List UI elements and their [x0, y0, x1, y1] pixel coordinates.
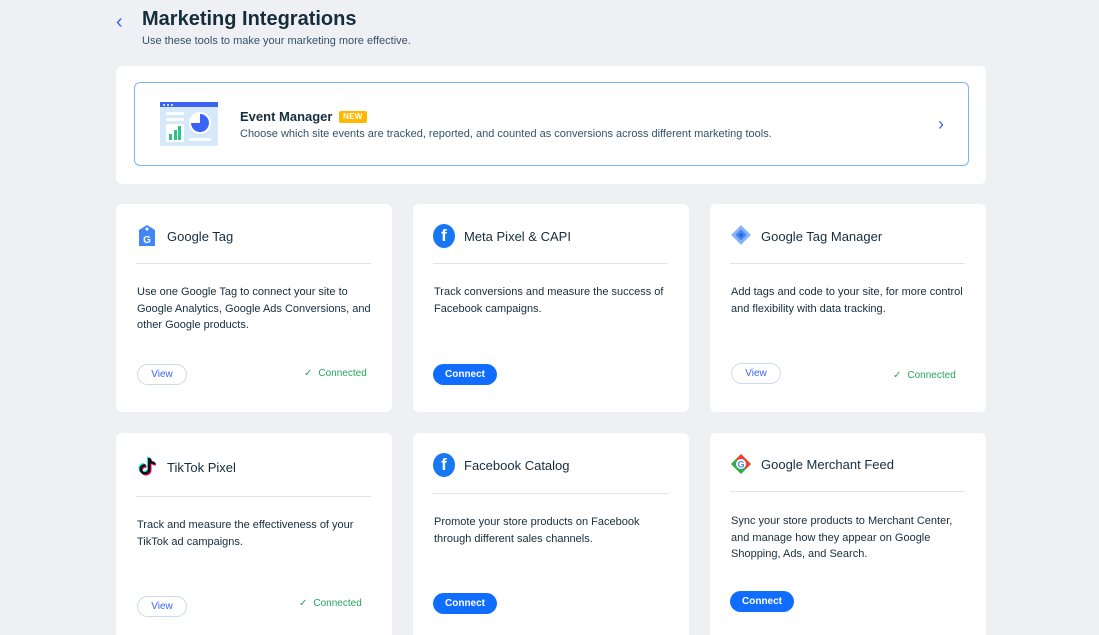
event-manager-card[interactable]: Event Manager NEW Choose which site even… [134, 82, 969, 166]
card-title: Google Tag Manager [761, 229, 883, 244]
divider [730, 263, 965, 264]
card-google-merchant-feed: G Google Merchant Feed Sync your store p… [710, 433, 986, 635]
divider [433, 263, 668, 264]
card-title: Google Merchant Feed [761, 457, 894, 472]
view-button[interactable]: View [137, 364, 187, 385]
card-meta-pixel: f Meta Pixel & CAPI Track conversions an… [413, 204, 689, 412]
divider [433, 493, 668, 494]
google-tag-manager-icon [730, 224, 752, 248]
chevron-right-icon[interactable]: › [938, 114, 950, 134]
card-google-tag: G Google Tag Use one Google Tag to conne… [116, 204, 392, 412]
check-icon: ✓ [304, 368, 313, 379]
view-button[interactable]: View [137, 596, 187, 617]
connect-button[interactable]: Connect [433, 593, 497, 614]
event-manager-section: Event Manager NEW Choose which site even… [116, 66, 986, 184]
card-google-tag-manager: Google Tag Manager Add tags and code to … [710, 204, 986, 412]
event-manager-title: Event Manager [240, 109, 333, 124]
page-title: Marketing Integrations [142, 8, 357, 30]
facebook-icon: f [433, 224, 455, 248]
google-tag-icon: G [136, 224, 158, 248]
analytics-illustration-icon [160, 102, 218, 146]
card-facebook-catalog: f Facebook Catalog Promote your store pr… [413, 433, 689, 635]
new-badge: NEW [339, 111, 367, 123]
connected-status: ✓ Connected [299, 598, 362, 609]
card-title: Facebook Catalog [464, 458, 570, 473]
event-manager-description: Choose which site events are tracked, re… [240, 128, 772, 140]
check-icon: ✓ [893, 370, 902, 381]
card-description: Promote your store products on Facebook … [434, 516, 640, 545]
tiktok-icon [136, 455, 158, 479]
card-title: Meta Pixel & CAPI [464, 229, 571, 244]
connected-status: ✓ Connected [304, 368, 367, 379]
divider [136, 263, 371, 264]
back-chevron-icon[interactable]: ‹ [116, 12, 130, 32]
facebook-icon: f [433, 453, 455, 477]
check-icon: ✓ [299, 598, 308, 609]
card-description: Use one Google Tag to connect your site … [137, 286, 371, 331]
card-title: Google Tag [167, 229, 234, 244]
card-description: Track and measure the effectiveness of y… [137, 519, 354, 548]
card-description: Add tags and code to your site, for more… [731, 286, 963, 315]
card-tiktok-pixel: TikTok Pixel Track and measure the effec… [116, 433, 392, 635]
card-description: Track conversions and measure the succes… [434, 286, 664, 315]
card-title: TikTok Pixel [167, 460, 236, 475]
google-merchant-icon: G [730, 453, 752, 477]
svg-text:G: G [737, 460, 744, 470]
divider [136, 496, 371, 497]
view-button[interactable]: View [731, 363, 781, 384]
connected-status: ✓ Connected [893, 370, 956, 381]
connect-button[interactable]: Connect [433, 364, 497, 385]
page-subtitle: Use these tools to make your marketing m… [142, 35, 411, 47]
card-description: Sync your store products to Merchant Cen… [731, 515, 953, 560]
connect-button[interactable]: Connect [730, 591, 794, 612]
svg-text:G: G [143, 235, 151, 246]
divider [730, 491, 965, 492]
